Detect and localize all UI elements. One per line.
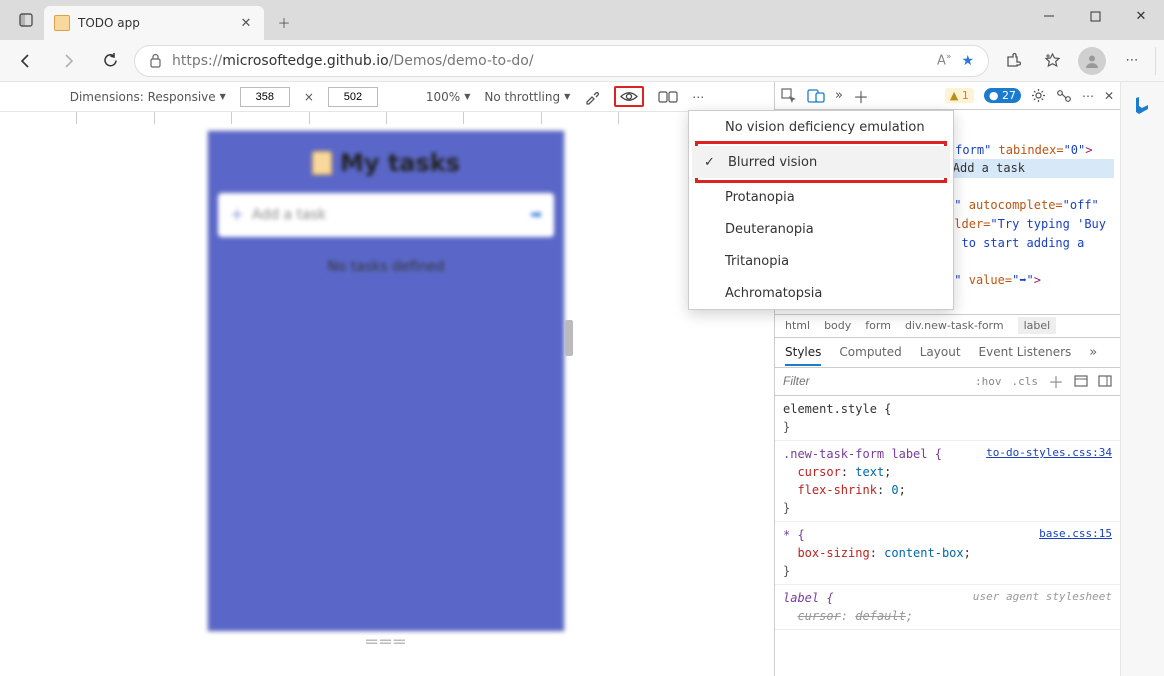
empty-state-text: No tasks defined bbox=[208, 259, 564, 275]
tab-computed[interactable]: Computed bbox=[839, 345, 901, 359]
styles-tabs: Styles Computed Layout Event Listeners » bbox=[775, 338, 1120, 368]
close-window-button[interactable]: ✕ bbox=[1118, 0, 1164, 32]
minimize-button[interactable] bbox=[1026, 0, 1072, 32]
lock-icon bbox=[149, 53, 162, 68]
height-input[interactable] bbox=[328, 87, 378, 107]
css-rule[interactable]: base.css:15 * { box-sizing: content-box;… bbox=[775, 522, 1120, 585]
css-source-link[interactable]: to-do-styles.css:34 bbox=[986, 445, 1112, 462]
new-tab-button[interactable]: ＋ bbox=[268, 6, 300, 38]
styles-panel-icon[interactable] bbox=[1074, 375, 1088, 387]
device-toggle-icon[interactable] bbox=[807, 89, 825, 103]
app-title: My tasks bbox=[208, 149, 564, 177]
vision-emulation-menu: No vision deficiency emulation ✓Blurred … bbox=[688, 110, 954, 310]
issues-warning-badge[interactable]: ▲ 1 bbox=[945, 88, 974, 103]
tab-styles[interactable]: Styles bbox=[785, 345, 821, 366]
breadcrumb-item[interactable]: body bbox=[824, 319, 851, 332]
add-task-placeholder: Add a task bbox=[252, 207, 522, 223]
emu-option-none[interactable]: No vision deficiency emulation bbox=[689, 111, 953, 143]
tab-actions-button[interactable] bbox=[8, 2, 44, 38]
tab-layout[interactable]: Layout bbox=[920, 345, 961, 359]
dom-breadcrumb[interactable]: html body form div.new-task-form label bbox=[775, 314, 1120, 338]
device-toolbar-more[interactable]: ⋯ bbox=[692, 90, 704, 104]
emu-option-protanopia[interactable]: Protanopia bbox=[689, 181, 953, 213]
devtools-close-icon[interactable]: ✕ bbox=[1104, 89, 1114, 103]
favorites-icon[interactable] bbox=[1035, 44, 1069, 78]
devtools-activity-icon[interactable] bbox=[1056, 89, 1072, 103]
devtools-settings-icon[interactable] bbox=[1031, 88, 1046, 103]
browser-tab[interactable]: TODO app ✕ bbox=[44, 6, 264, 40]
emulated-viewport: My tasks ＋ Add a task ➡ No tasks defined bbox=[207, 130, 565, 632]
emu-option-achromatopsia[interactable]: Achromatopsia bbox=[689, 277, 953, 309]
tab-eventlisteners[interactable]: Event Listeners bbox=[979, 345, 1072, 359]
tab-favicon bbox=[54, 15, 70, 31]
css-source-link[interactable]: base.css:15 bbox=[1039, 526, 1112, 543]
add-task-row[interactable]: ＋ Add a task ➡ bbox=[218, 193, 554, 237]
tab-title: TODO app bbox=[78, 16, 230, 30]
breadcrumb-item[interactable]: div.new-task-form bbox=[905, 319, 1004, 332]
submit-icon[interactable]: ➡ bbox=[530, 207, 542, 223]
more-menu-button[interactable]: ⋯ bbox=[1115, 44, 1149, 78]
eyedropper-icon[interactable] bbox=[584, 89, 600, 105]
viewport-resize-handle[interactable]: ═══ bbox=[207, 632, 567, 642]
window-controls: ✕ bbox=[1026, 0, 1164, 32]
extensions-icon[interactable] bbox=[995, 44, 1029, 78]
styles-filter-input[interactable] bbox=[783, 374, 965, 388]
vision-emulation-button[interactable] bbox=[614, 86, 644, 107]
breadcrumb-item-active[interactable]: label bbox=[1018, 317, 1057, 334]
panel-more-chevron[interactable]: » bbox=[835, 88, 843, 103]
favorite-star-icon[interactable]: ★ bbox=[961, 53, 974, 69]
css-rule[interactable]: to-do-styles.css:34 .new-task-form label… bbox=[775, 441, 1120, 522]
profile-avatar[interactable] bbox=[1075, 44, 1109, 78]
devtools-toolbar: » ＋ ▲ 1 ● 27 ⋯ ✕ bbox=[775, 82, 1120, 110]
breadcrumb-item[interactable]: form bbox=[865, 319, 891, 332]
refresh-button[interactable] bbox=[92, 43, 128, 79]
dual-screen-icon[interactable] bbox=[658, 90, 678, 104]
issues-info-badge[interactable]: ● 27 bbox=[984, 88, 1021, 103]
emu-option-blurred[interactable]: ✓Blurred vision bbox=[692, 146, 950, 178]
url-box[interactable]: https://microsoftedge.github.io/Demos/de… bbox=[134, 45, 989, 77]
breadcrumb-item[interactable]: html bbox=[785, 319, 810, 332]
new-style-rule-icon[interactable]: ＋ bbox=[853, 84, 869, 108]
bing-chat-icon[interactable] bbox=[1126, 88, 1160, 122]
viewport-side-handle[interactable] bbox=[565, 320, 573, 356]
maximize-button[interactable] bbox=[1072, 0, 1118, 32]
dimensions-dropdown[interactable]: Dimensions: Responsive ▼ bbox=[70, 90, 226, 104]
ruler bbox=[0, 112, 774, 124]
emulated-viewport-area: My tasks ＋ Add a task ➡ No tasks defined… bbox=[0, 124, 774, 676]
emu-option-tritanopia[interactable]: Tritanopia bbox=[689, 245, 953, 277]
css-rule-element-style[interactable]: element.style {} bbox=[775, 396, 1120, 441]
inspect-element-icon[interactable] bbox=[781, 88, 797, 104]
dimension-x: × bbox=[304, 90, 314, 104]
reader-mode-icon[interactable]: A» bbox=[937, 52, 951, 68]
plus-icon: ＋ bbox=[230, 205, 244, 225]
css-rule-ua[interactable]: user agent stylesheet label { cursor: de… bbox=[775, 585, 1120, 630]
zoom-dropdown[interactable]: 100% ▼ bbox=[426, 90, 470, 104]
emu-option-deuteranopia[interactable]: Deuteranopia bbox=[689, 213, 953, 245]
devtools-more-icon[interactable]: ⋯ bbox=[1082, 89, 1094, 103]
hov-toggle[interactable]: :hov bbox=[975, 375, 1002, 388]
tab-close-button[interactable]: ✕ bbox=[238, 15, 254, 31]
addressbar: https://microsoftedge.github.io/Demos/de… bbox=[0, 40, 1164, 82]
new-rule-button[interactable]: ＋ bbox=[1048, 369, 1064, 393]
clipboard-icon bbox=[312, 151, 332, 175]
url-text: https://microsoftedge.github.io/Demos/de… bbox=[172, 53, 927, 69]
throttling-dropdown[interactable]: No throttling ▼ bbox=[484, 90, 570, 104]
forward-button bbox=[50, 43, 86, 79]
back-button[interactable] bbox=[8, 43, 44, 79]
styles-more-chevron[interactable]: » bbox=[1089, 345, 1097, 360]
width-input[interactable] bbox=[240, 87, 290, 107]
styles-filter-row: :hov .cls ＋ bbox=[775, 368, 1120, 396]
device-toolbar: Dimensions: Responsive ▼ × 100% ▼ No thr… bbox=[0, 82, 774, 112]
titlebar: TODO app ✕ ＋ ✕ bbox=[0, 0, 1164, 40]
cls-toggle[interactable]: .cls bbox=[1011, 375, 1038, 388]
browser-sidebar bbox=[1120, 82, 1164, 676]
styles-layout-icon[interactable] bbox=[1098, 375, 1112, 387]
